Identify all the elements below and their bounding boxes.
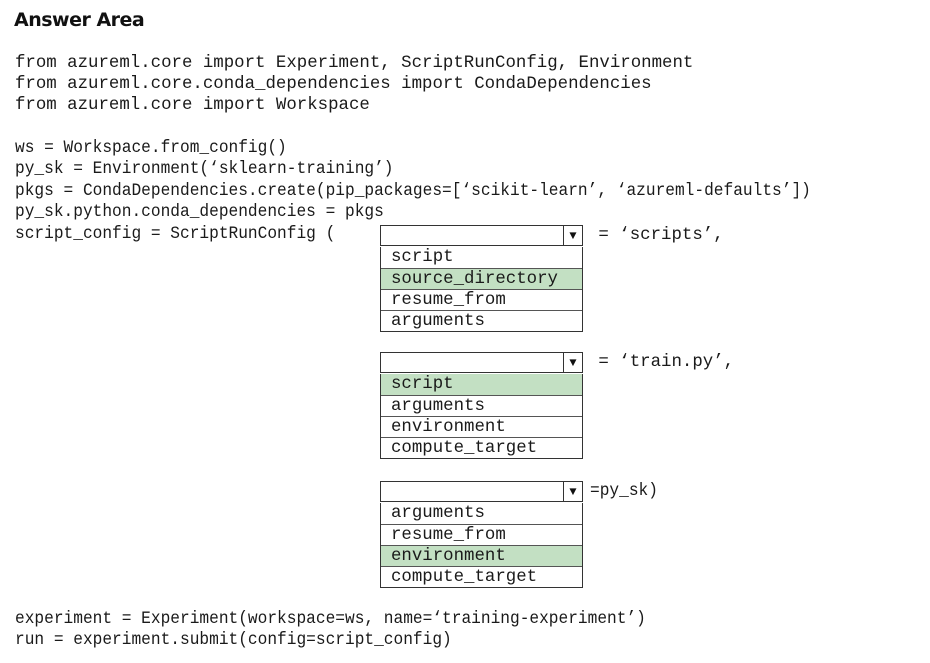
- dropdown-1-option-script[interactable]: script: [381, 247, 582, 268]
- import-line-3: from azureml.core import Workspace: [15, 96, 370, 115]
- dropdown-2-option-arguments[interactable]: arguments: [381, 395, 582, 416]
- config-prefix: script_config = ScriptRunConfig (: [15, 225, 336, 244]
- dropdown-2-option-compute-target[interactable]: compute_target: [381, 437, 582, 458]
- answer-area-title: Answer Area: [14, 9, 145, 31]
- dropdown-1-suffix: = ‘scripts’,: [588, 226, 724, 245]
- dropdown-2-option-script[interactable]: script: [381, 374, 582, 395]
- dropdown-2-suffix: = ‘train.py’,: [588, 353, 735, 372]
- chevron-down-icon[interactable]: ▼: [563, 353, 582, 372]
- dropdown-3-option-environment[interactable]: environment: [381, 545, 582, 566]
- chevron-down-icon[interactable]: ▼: [563, 226, 582, 245]
- dropdown-3-options: arguments resume_from environment comput…: [380, 503, 583, 588]
- dropdown-1-option-source-directory[interactable]: source_directory: [381, 268, 582, 289]
- dropdown-3-suffix: =py_sk): [590, 482, 658, 501]
- dropdown-3: ▼ arguments resume_from environment comp…: [380, 481, 583, 588]
- dropdown-3-option-compute-target[interactable]: compute_target: [381, 566, 582, 587]
- import-line-2: from azureml.core.conda_dependencies imp…: [15, 75, 652, 94]
- import-line-1: from azureml.core import Experiment, Scr…: [15, 54, 694, 73]
- dropdown-2: ▼ script arguments environment compute_t…: [380, 352, 583, 459]
- setup-line-2: py_sk = Environment(‘sklearn-training’): [15, 160, 394, 179]
- chevron-down-icon[interactable]: ▼: [563, 482, 582, 501]
- dropdown-3-option-arguments[interactable]: arguments: [381, 503, 582, 524]
- dropdown-2-option-environment[interactable]: environment: [381, 416, 582, 437]
- dropdown-1-options: script source_directory resume_from argu…: [380, 247, 583, 332]
- dropdown-1-option-resume-from[interactable]: resume_from: [381, 289, 582, 310]
- setup-line-1: ws = Workspace.from_config(): [15, 139, 287, 158]
- setup-line-3: pkgs = CondaDependencies.create(pip_pack…: [15, 182, 811, 201]
- footer-line-2: run = experiment.submit(config=script_co…: [15, 631, 452, 650]
- dropdown-3-select[interactable]: ▼: [380, 481, 583, 502]
- footer-line-1: experiment = Experiment(workspace=ws, na…: [15, 610, 646, 629]
- dropdown-1: ▼ script source_directory resume_from ar…: [380, 225, 583, 332]
- setup-line-4: py_sk.python.conda_dependencies = pkgs: [15, 203, 384, 222]
- dropdown-1-option-arguments[interactable]: arguments: [381, 310, 582, 331]
- dropdown-3-option-resume-from[interactable]: resume_from: [381, 524, 582, 545]
- dropdown-2-select[interactable]: ▼: [380, 352, 583, 373]
- dropdown-2-options: script arguments environment compute_tar…: [380, 374, 583, 459]
- dropdown-1-select[interactable]: ▼: [380, 225, 583, 246]
